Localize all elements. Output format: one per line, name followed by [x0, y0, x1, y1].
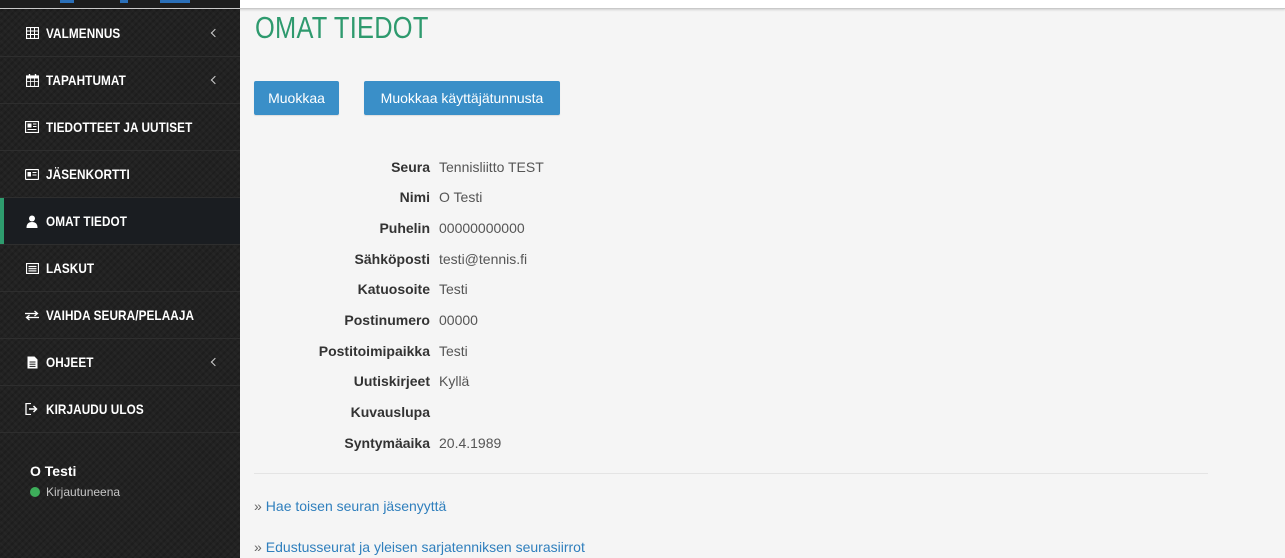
- sidebar-item-tiedotteet-ja-uutiset[interactable]: TIEDOTTEET JA UUTISET: [0, 104, 240, 151]
- sidebar-nav: VALMENNUS TAPAHTUMAT TIEDOTTEET JA UUTIS…: [0, 0, 240, 433]
- logout-icon: [25, 402, 39, 416]
- info-label: Seura: [391, 159, 430, 175]
- info-label: Kuvauslupa: [350, 404, 430, 420]
- link-prefix: »: [254, 498, 262, 514]
- link-club-transfers[interactable]: » Edustusseurat ja yleisen sarjatenniksen…: [254, 539, 585, 555]
- info-value: Testi: [439, 343, 468, 359]
- sidebar-item-label: LASKUT: [46, 260, 95, 276]
- info-row-seura: Seura Tennisliitto TEST: [240, 152, 940, 182]
- info-row-postitoimipaikka: Postitoimipaikka Testi: [240, 336, 940, 366]
- online-status-icon: [30, 487, 40, 497]
- sidebar-item-label: VAIHDA SEURA/PELAAJA: [46, 307, 195, 323]
- info-value: 00000000000: [439, 220, 525, 236]
- info-value: Testi: [439, 281, 468, 297]
- info-value: 00000: [439, 312, 478, 328]
- user-panel: O Testi Kirjautuneena: [30, 463, 120, 499]
- info-value: O Testi: [439, 189, 483, 205]
- section-divider: [254, 473, 1208, 474]
- info-row-syntymaaika: Syntymäaika 20.4.1989: [240, 428, 940, 458]
- edit-button[interactable]: Muokkaa: [254, 81, 339, 115]
- info-label: Puhelin: [379, 220, 430, 236]
- header-accent-fragment: [160, 0, 190, 3]
- info-label: Postinumero: [344, 312, 430, 328]
- chevron-left-icon: [210, 28, 220, 38]
- swap-icon: [25, 308, 39, 322]
- info-row-sahkoposti: Sähköposti testi@tennis.fi: [240, 244, 940, 274]
- id-card-icon: [25, 167, 39, 181]
- user-status: Kirjautuneena: [30, 485, 120, 499]
- info-row-postinumero: Postinumero 00000: [240, 305, 940, 335]
- sidebar-item-laskut[interactable]: LASKUT: [0, 245, 240, 292]
- calendar-icon: [25, 73, 39, 87]
- page-title: OMAT TIEDOT: [255, 10, 429, 45]
- info-label: Nimi: [399, 189, 430, 205]
- link-label: Hae toisen seuran jäsenyyttä: [265, 498, 447, 514]
- user-name: O Testi: [30, 463, 77, 479]
- sidebar-item-label: KIRJAUDU ULOS: [46, 401, 144, 417]
- info-value: Kyllä: [439, 373, 470, 389]
- info-value: Tennisliitto TEST: [439, 159, 544, 175]
- user-icon: [25, 214, 39, 228]
- sidebar-item-label: TAPAHTUMAT: [46, 72, 126, 88]
- newspaper-icon: [25, 120, 39, 134]
- sidebar-item-tapahtumat[interactable]: TAPAHTUMAT: [0, 57, 240, 104]
- info-value: testi@tennis.fi: [439, 251, 528, 267]
- header-accent-fragment: [60, 0, 74, 3]
- info-row-katuosoite: Katuosoite Testi: [240, 274, 940, 304]
- info-value: 20.4.1989: [439, 435, 502, 451]
- user-status-text: Kirjautuneena: [46, 485, 121, 499]
- info-row-uutiskirjeet: Uutiskirjeet Kyllä: [240, 366, 940, 396]
- table-icon: [25, 26, 39, 40]
- chevron-left-icon: [210, 357, 220, 367]
- sidebar-item-label: OMAT TIEDOT: [46, 213, 128, 229]
- sidebar-item-label: JÄSENKORTTI: [46, 166, 130, 182]
- main-content: OMAT TIEDOT Muokkaa Muokkaa käyttäjätunn…: [240, 0, 1285, 558]
- sidebar-item-valmennus[interactable]: VALMENNUS: [0, 10, 240, 57]
- info-row-nimi: Nimi O Testi: [240, 182, 940, 212]
- chevron-left-icon: [210, 75, 220, 85]
- link-other-club-membership[interactable]: » Hae toisen seuran jäsenyyttä: [254, 498, 446, 514]
- sidebar-item-label: TIEDOTTEET JA UUTISET: [46, 119, 193, 135]
- sidebar-item-jasenkortti[interactable]: JÄSENKORTTI: [0, 151, 240, 198]
- info-row-puhelin: Puhelin 00000000000: [240, 213, 940, 243]
- list-icon: [25, 261, 39, 275]
- sidebar-item-ohjeet[interactable]: OHJEET: [0, 339, 240, 386]
- sidebar-item-vaihda-seura-pelaaja[interactable]: VAIHDA SEURA/PELAAJA: [0, 292, 240, 339]
- link-label: Edustusseurat ja yleisen sarjatenniksen …: [265, 539, 585, 555]
- document-icon: [25, 355, 39, 369]
- info-label: Postitoimipaikka: [318, 343, 430, 359]
- top-header-bar: [0, 0, 1285, 9]
- link-prefix: »: [254, 539, 262, 555]
- edit-username-button[interactable]: Muokkaa käyttäjätunnusta: [364, 81, 560, 115]
- info-row-kuvauslupa: Kuvauslupa: [240, 397, 940, 427]
- info-label: Sähköposti: [354, 251, 430, 267]
- info-label: Syntymäaika: [344, 435, 430, 451]
- info-label: Uutiskirjeet: [353, 373, 430, 389]
- sidebar: VALMENNUS TAPAHTUMAT TIEDOTTEET JA UUTIS…: [0, 0, 240, 558]
- header-accent-fragment: [120, 0, 128, 3]
- sidebar-item-label: OHJEET: [46, 354, 94, 370]
- info-label: Katuosoite: [357, 281, 430, 297]
- sidebar-item-kirjaudu-ulos[interactable]: KIRJAUDU ULOS: [0, 386, 240, 433]
- sidebar-item-omat-tiedot[interactable]: OMAT TIEDOT: [0, 198, 240, 245]
- sidebar-item-label: VALMENNUS: [46, 25, 121, 41]
